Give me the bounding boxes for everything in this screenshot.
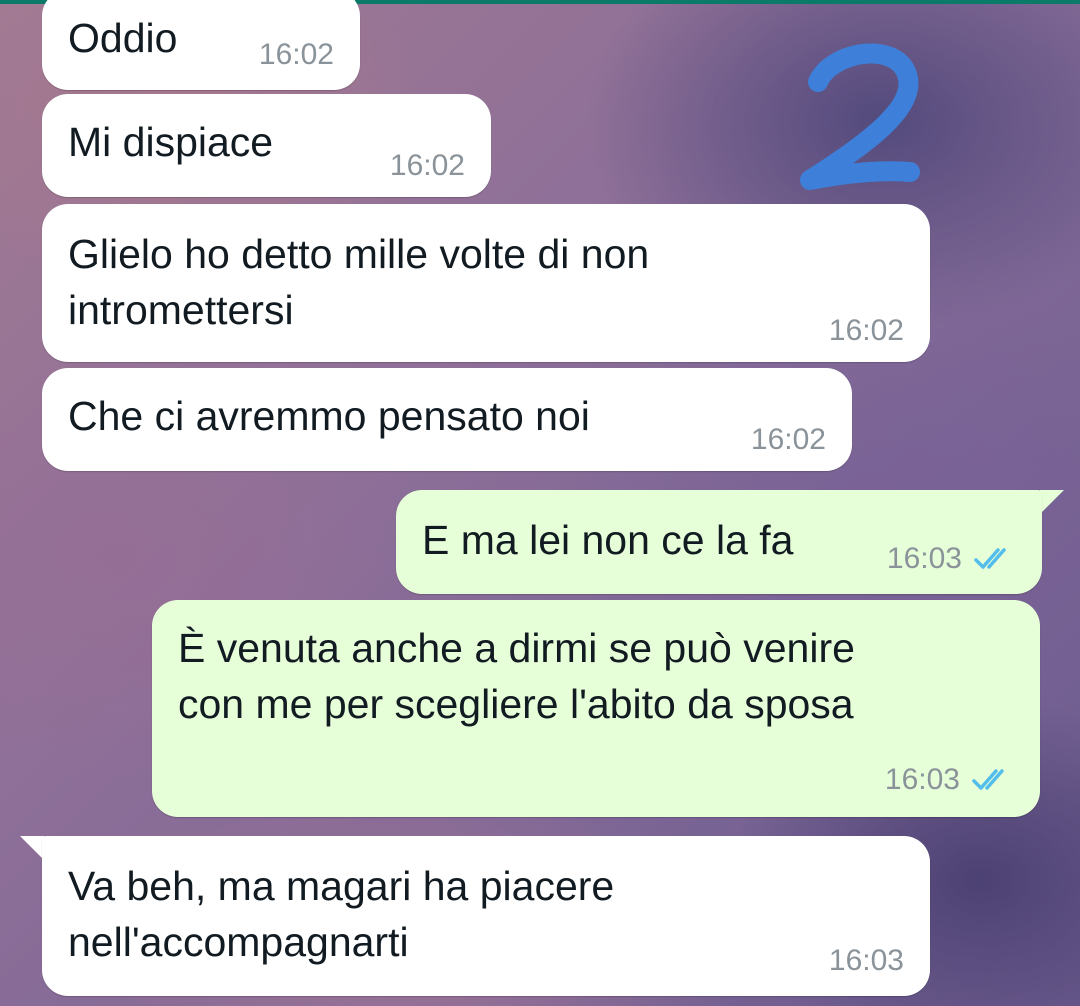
message-meta: 16:02 <box>829 314 904 348</box>
message-text: Va beh, ma magari ha piacere nell'accomp… <box>68 863 615 965</box>
double-check-icon <box>972 769 1004 790</box>
double-check-icon <box>974 548 1006 569</box>
bubble-tail-outgoing <box>1040 490 1064 514</box>
message-meta: 16:03 <box>885 763 1014 797</box>
message-bubble-incoming[interactable]: Oddio 16:02 <box>42 0 360 90</box>
message-time: 16:02 <box>258 38 334 71</box>
message-meta: 16:02 <box>390 149 465 183</box>
message-bubble-outgoing[interactable]: E ma lei non ce la fa 16:03 <box>396 490 1042 594</box>
message-bubble-outgoing[interactable]: È venuta anche a dirmi se può venire con… <box>152 600 1040 817</box>
message-bubble-incoming[interactable]: Mi dispiace 16:02 <box>42 94 491 197</box>
message-time: 16:03 <box>828 944 904 977</box>
message-time: 16:03 <box>886 542 962 575</box>
message-meta: 16:03 <box>887 542 1016 576</box>
message-text: È venuta anche a dirmi se può venire con… <box>178 625 855 727</box>
handwritten-annotation-2 <box>800 43 920 190</box>
message-time: 16:02 <box>389 149 465 182</box>
message-time: 16:02 <box>750 423 826 456</box>
message-meta: 16:02 <box>751 423 826 457</box>
message-meta: 16:02 <box>259 38 334 72</box>
message-text: Oddio <box>68 15 178 61</box>
message-time: 16:02 <box>828 314 904 347</box>
message-text: E ma lei non ce la fa <box>422 517 794 563</box>
message-text: Che ci avremmo pensato noi <box>68 393 590 439</box>
message-time: 16:03 <box>884 763 960 796</box>
message-bubble-incoming[interactable]: Glielo ho detto mille volte di non intro… <box>42 204 930 362</box>
message-bubble-incoming[interactable]: Va beh, ma magari ha piacere nell'accomp… <box>42 836 930 996</box>
message-meta: 16:03 <box>829 944 904 978</box>
message-bubble-incoming[interactable]: Che ci avremmo pensato noi 16:02 <box>42 368 852 471</box>
bubble-tail-incoming <box>20 836 44 860</box>
message-text: Glielo ho detto mille volte di non intro… <box>68 231 650 333</box>
message-text: Mi dispiace <box>68 119 274 165</box>
